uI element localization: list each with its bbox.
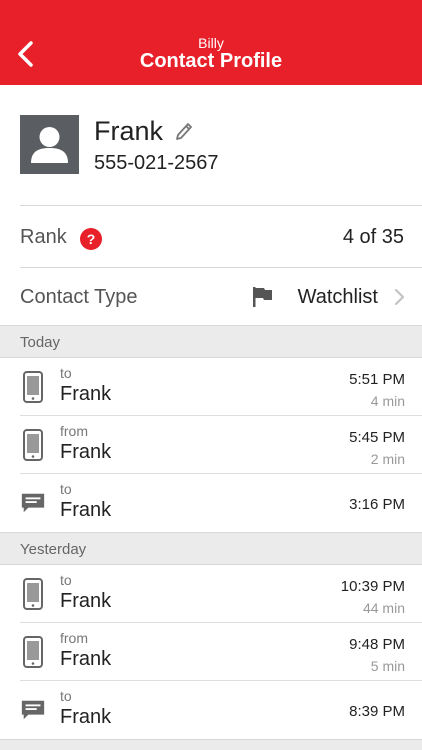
section-header-today: Today	[0, 325, 422, 358]
log-time: 9:48 PM	[349, 636, 405, 653]
log-item[interactable]: to Frank 5:51 PM 4 min	[0, 358, 422, 416]
log-direction: to	[60, 572, 72, 588]
rank-row: Rank ? 4 of 35	[0, 206, 422, 267]
contact-type-label: Contact Type	[20, 286, 138, 308]
log-contact-name: Frank	[60, 441, 112, 463]
contact-profile-card: Frank 555-021-2567	[0, 85, 422, 205]
log-duration: 44 min	[362, 600, 405, 616]
rank-value: 4 of 35	[342, 226, 404, 248]
edit-name-button[interactable]	[175, 122, 193, 142]
person-icon	[31, 127, 68, 163]
log-time: 10:39 PM	[340, 578, 405, 595]
message-icon	[20, 486, 46, 520]
header-subtitle: Billy	[198, 35, 224, 51]
log-contact-name: Frank	[60, 706, 112, 728]
log-item[interactable]: from Frank 9:48 PM 5 min	[0, 623, 422, 681]
log-item[interactable]: to Frank 10:39 PM 44 min	[0, 565, 422, 623]
log-direction: to	[60, 481, 72, 497]
section-header-yesterday: Yesterday	[0, 532, 422, 565]
log-duration: 4 min	[370, 393, 405, 409]
phone-icon	[20, 635, 46, 669]
phone-icon	[20, 428, 46, 462]
log-duration: 5 min	[370, 658, 405, 674]
log-time: 8:39 PM	[349, 703, 405, 720]
contact-type-row[interactable]: Contact Type Watchlist	[0, 268, 422, 325]
section-title: Yesterday	[20, 541, 87, 558]
log-duration: 2 min	[370, 451, 405, 467]
log-item[interactable]: to Frank 3:16 PM	[0, 474, 422, 532]
log-direction: from	[60, 630, 88, 646]
log-time: 5:51 PM	[349, 371, 405, 388]
page-title: Contact Profile	[139, 50, 283, 72]
contact-name-row: Frank	[94, 116, 193, 147]
log-direction: from	[60, 423, 88, 439]
phone-icon	[20, 577, 46, 611]
log-direction: to	[60, 365, 72, 381]
section-header-next	[0, 739, 422, 750]
contact-type-value: Watchlist	[297, 286, 378, 308]
rank-label: Rank	[20, 226, 67, 248]
log-time: 3:16 PM	[349, 496, 405, 513]
app-header: Billy Contact Profile	[0, 0, 422, 85]
log-contact-name: Frank	[60, 648, 112, 670]
section-title: Today	[20, 334, 61, 351]
contact-phone: 555-021-2567	[94, 152, 219, 174]
log-item[interactable]: to Frank 8:39 PM	[0, 681, 422, 739]
avatar	[20, 115, 79, 174]
log-direction: to	[60, 688, 72, 704]
log-contact-name: Frank	[60, 383, 112, 405]
log-time: 5:45 PM	[349, 429, 405, 446]
phone-icon	[20, 370, 46, 404]
log-contact-name: Frank	[60, 499, 112, 521]
log-contact-name: Frank	[60, 590, 112, 612]
pencil-icon	[176, 122, 192, 140]
rank-help-icon[interactable]: ?	[80, 228, 102, 250]
message-icon	[20, 693, 46, 727]
contact-name: Frank	[94, 116, 164, 146]
log-item[interactable]: from Frank 5:45 PM 2 min	[0, 416, 422, 474]
flag-icon	[251, 285, 275, 314]
chevron-right-icon	[393, 288, 405, 311]
